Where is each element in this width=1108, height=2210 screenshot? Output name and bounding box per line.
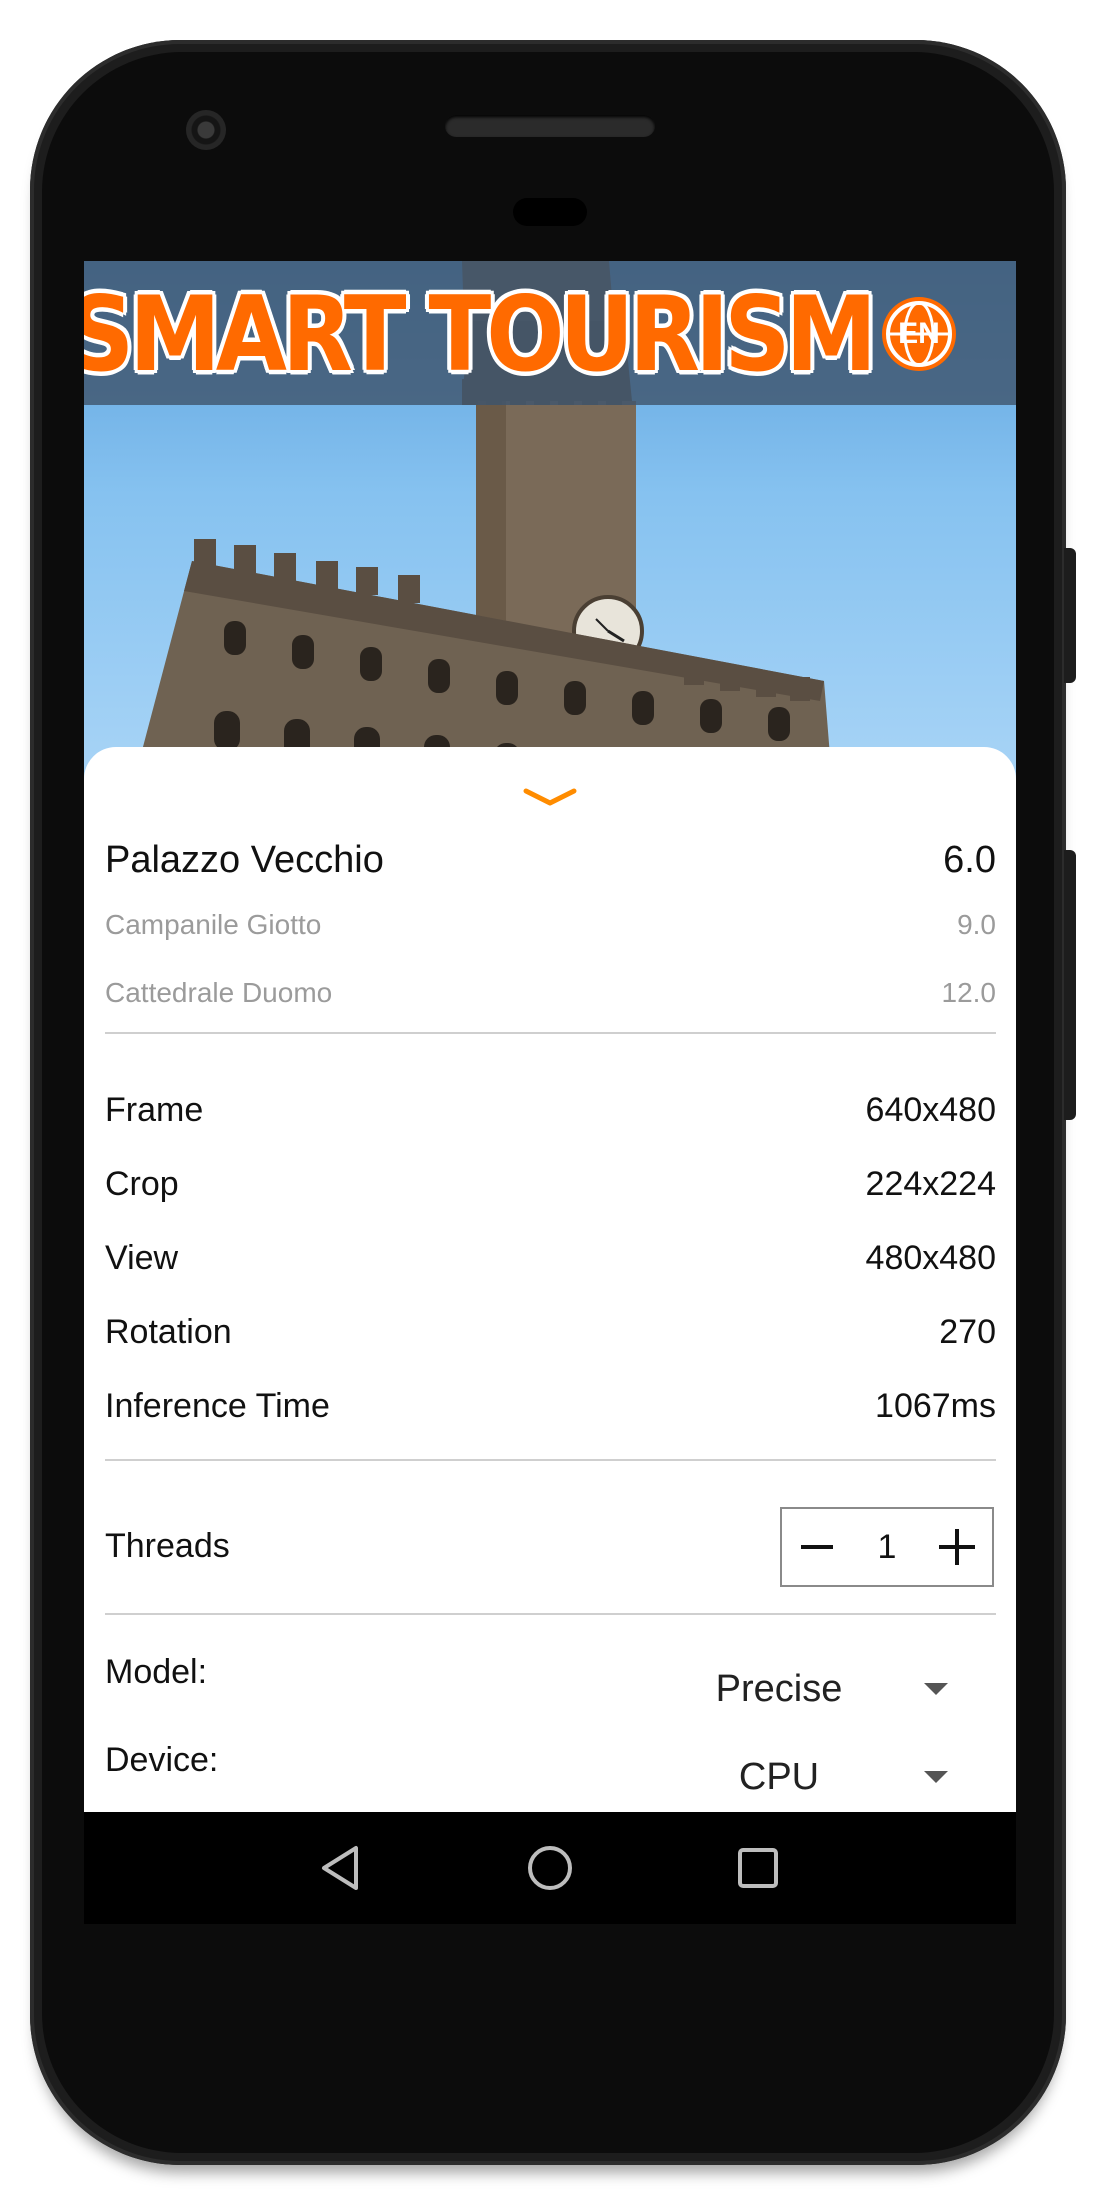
info-label: Rotation (105, 1313, 232, 1351)
result-name: Cattedrale Duomo (105, 977, 333, 1008)
divider (105, 1459, 996, 1461)
minus-icon (801, 1545, 833, 1549)
camera-preview: SMART TOURISM EN (84, 261, 1016, 781)
language-button[interactable]: EN (882, 297, 956, 371)
threads-stepper: 1 (780, 1507, 994, 1587)
info-value: 270 (939, 1313, 996, 1351)
plus-icon (939, 1529, 975, 1565)
info-value: 1067ms (875, 1387, 996, 1425)
bottom-sheet: Palazzo Vecchio 6.0 Campanile Giotto 9.0… (84, 747, 1016, 1812)
result-score: 12.0 (941, 977, 997, 1008)
info-row-view: View 480x480 (105, 1239, 996, 1278)
threads-decrement-button[interactable] (782, 1509, 852, 1585)
info-row-frame: Frame 640x480 (105, 1091, 996, 1130)
info-value: 224x224 (865, 1165, 996, 1203)
app-screen: SMART TOURISM EN Palazzo Vecchio 6.0 Cam… (84, 261, 1016, 1812)
result-row: Cattedrale Duomo 12.0 (105, 977, 996, 1009)
result-row: Campanile Giotto 9.0 (105, 909, 996, 941)
model-label: Model: (105, 1653, 208, 1691)
model-select[interactable]: Precise (664, 1659, 964, 1719)
threads-increment-button[interactable] (922, 1509, 992, 1585)
dropdown-arrow-icon (924, 1683, 948, 1695)
result-score: 6.0 (943, 839, 996, 881)
device-select[interactable]: CPU (664, 1747, 964, 1807)
threads-label: Threads (105, 1527, 230, 1565)
result-row-top: Palazzo Vecchio 6.0 (105, 839, 996, 882)
app-logo: SMART TOURISM (84, 274, 877, 394)
device-label: Device: (105, 1741, 219, 1779)
info-label: View (105, 1239, 179, 1277)
system-nav-bar (84, 1812, 1016, 1924)
info-value: 480x480 (865, 1239, 996, 1277)
result-name: Palazzo Vecchio (105, 839, 384, 881)
info-row-crop: Crop 224x224 (105, 1165, 996, 1204)
device-select-value: CPU (738, 1755, 820, 1798)
result-score: 9.0 (957, 909, 996, 940)
earpiece-speaker (445, 115, 655, 137)
nav-recents-icon[interactable] (730, 1840, 786, 1896)
language-label: EN (898, 317, 940, 350)
info-row-rotation: Rotation 270 (105, 1313, 996, 1352)
front-camera (186, 110, 226, 150)
info-label: Frame (105, 1091, 204, 1129)
model-select-value: Precise (715, 1667, 843, 1710)
nav-home-icon[interactable] (522, 1840, 578, 1896)
power-button (1064, 548, 1076, 683)
divider (105, 1032, 996, 1034)
info-label: Inference Time (105, 1387, 330, 1425)
divider (105, 1613, 996, 1615)
proximity-sensor (513, 198, 587, 226)
volume-button (1064, 850, 1076, 1120)
app-header: SMART TOURISM EN (84, 261, 1016, 405)
threads-value: 1 (877, 1527, 897, 1566)
info-label: Crop (105, 1165, 179, 1203)
nav-back-icon[interactable] (314, 1840, 370, 1896)
info-row-inference-time: Inference Time 1067ms (105, 1387, 996, 1426)
dropdown-arrow-icon (924, 1771, 948, 1783)
chevron-down-icon[interactable] (522, 785, 578, 809)
result-name: Campanile Giotto (105, 909, 322, 940)
info-value: 640x480 (865, 1091, 996, 1129)
